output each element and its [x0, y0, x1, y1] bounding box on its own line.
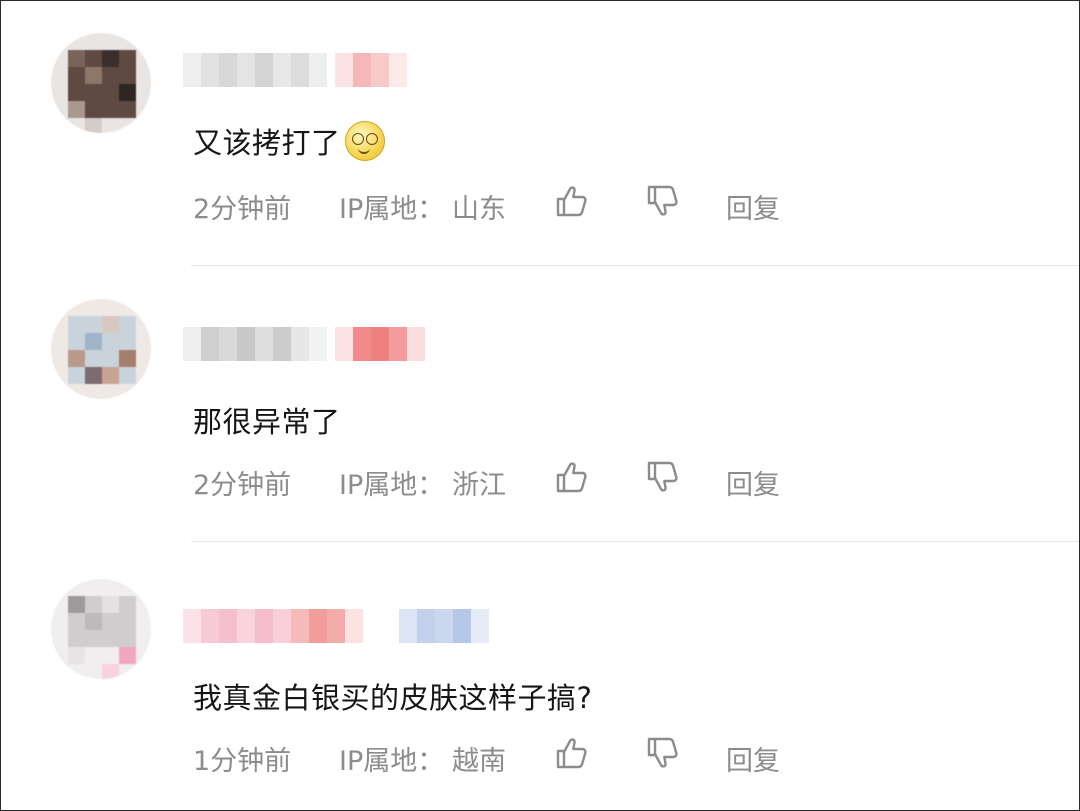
- ip-location-value: 浙江: [452, 470, 506, 501]
- comment-meta: 1分钟前 IP属地： 越南 回复: [193, 735, 893, 778]
- like-button[interactable]: [555, 735, 589, 771]
- ip-location-label: IP属地：: [339, 194, 445, 225]
- comment-meta: 2分钟前 IP属地： 山东 回复: [193, 183, 893, 226]
- comment-list: 又该拷打了 2分钟前 IP属地： 山东 回复 那很异常了 2分钟前 IP属地： …: [0, 0, 1080, 811]
- thumbs-up-icon: [556, 186, 587, 217]
- dislike-button[interactable]: [646, 459, 680, 495]
- thumbs-down-icon: [647, 185, 678, 216]
- comment-text: 那很异常了: [193, 405, 341, 439]
- username-pixelated[interactable]: [183, 609, 363, 645]
- comment-time: 1分钟前: [193, 746, 292, 777]
- user-badge: [335, 53, 407, 87]
- comment-time: 2分钟前: [193, 194, 292, 225]
- divider: [191, 265, 1079, 266]
- thumbs-up-icon: [556, 462, 587, 493]
- thumbs-down-icon: [647, 737, 678, 768]
- reply-button[interactable]: 回复: [726, 463, 780, 502]
- comment-time: 2分钟前: [193, 470, 292, 501]
- avatar[interactable]: [51, 579, 151, 679]
- reply-button[interactable]: 回复: [726, 187, 780, 226]
- dislike-button[interactable]: [646, 183, 680, 219]
- avatar[interactable]: [51, 299, 151, 399]
- comment-text: 我真金白银买的皮肤这样子搞?: [193, 681, 593, 715]
- ip-location-value: 越南: [452, 746, 506, 777]
- divider: [191, 541, 1079, 542]
- avatar[interactable]: [51, 33, 151, 133]
- comment-text-content: 又该拷打了: [193, 126, 341, 160]
- user-badge: [335, 327, 425, 361]
- username-pixelated[interactable]: [183, 327, 327, 363]
- smiling-face-emoji-icon: [344, 121, 385, 161]
- like-button[interactable]: [555, 183, 589, 219]
- ip-location-label: IP属地：: [339, 470, 445, 501]
- thumbs-up-icon: [556, 738, 587, 769]
- like-button[interactable]: [555, 459, 589, 495]
- ip-location-label: IP属地：: [339, 746, 445, 777]
- ip-location-value: 山东: [452, 194, 506, 225]
- user-badge: [399, 609, 489, 643]
- reply-button[interactable]: 回复: [726, 739, 780, 778]
- comment-meta: 2分钟前 IP属地： 浙江 回复: [193, 459, 893, 502]
- thumbs-down-icon: [647, 461, 678, 492]
- comment-text: 又该拷打了: [193, 120, 385, 162]
- dislike-button[interactable]: [646, 735, 680, 771]
- username-pixelated[interactable]: [183, 53, 327, 89]
